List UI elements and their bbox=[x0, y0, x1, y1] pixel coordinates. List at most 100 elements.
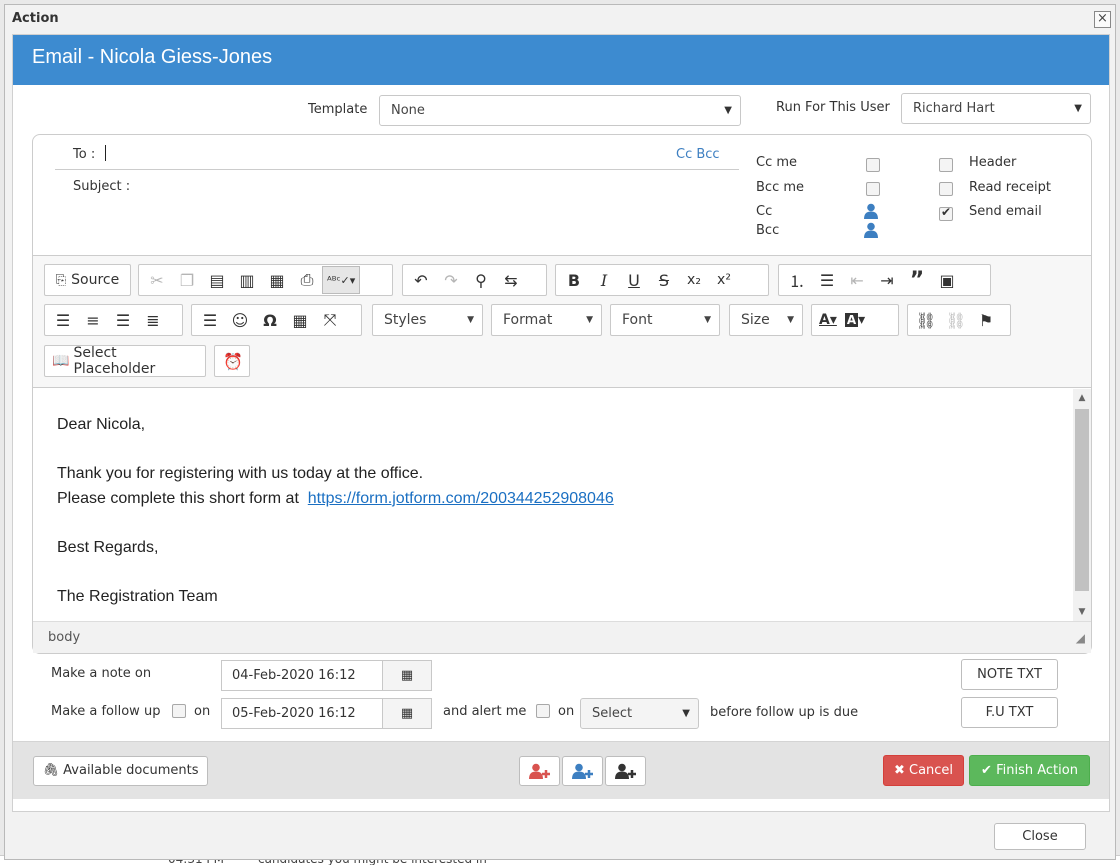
format-combo[interactable]: Format ▼ bbox=[491, 304, 602, 336]
note-date-input[interactable]: 04-Feb-2020 16:12 bbox=[221, 660, 383, 691]
styles-combo[interactable]: Styles ▼ bbox=[372, 304, 483, 336]
smiley-icon[interactable]: ☺ bbox=[225, 306, 255, 334]
bcc-me-label: Bcc me bbox=[756, 180, 805, 195]
subscript-icon[interactable]: x₂ bbox=[679, 266, 709, 294]
finish-action-button[interactable]: ✔ Finish Action bbox=[969, 755, 1090, 786]
source-label: Source bbox=[71, 272, 120, 288]
bold-icon[interactable]: B bbox=[559, 266, 589, 294]
header-label: Header bbox=[969, 155, 1017, 170]
fu-txt-button[interactable]: F.U TXT bbox=[961, 697, 1058, 728]
justify-icon[interactable]: ≣ bbox=[138, 306, 168, 334]
select-placeholder-button[interactable]: 📖 Select Placeholder bbox=[48, 345, 202, 377]
run-user-select[interactable]: Richard Hart ▼ bbox=[901, 93, 1091, 124]
compose-box: To : Cc Bcc Subject : Cc me Bcc me Cc Bc… bbox=[32, 134, 1092, 654]
read-receipt-checkbox[interactable] bbox=[939, 182, 953, 196]
link-icon[interactable]: ⛓ bbox=[911, 306, 941, 334]
add-blue-user-button[interactable] bbox=[562, 756, 603, 786]
paragraph-group: ⒈ ☰ ⇤ ⇥ ” ▣ bbox=[778, 264, 991, 296]
cc-bcc-link[interactable]: Cc Bcc bbox=[676, 147, 720, 162]
bg-color-icon[interactable]: A ▾ bbox=[841, 306, 869, 334]
paste-text-icon[interactable]: ▥ bbox=[232, 266, 262, 294]
rich-text-editor: ⎘ Source ✂ ❐ ▤ ▥ ▦ ⎙ ᴬᴮᶜ✓▾ ↶ ↷ ⚲ ⇆ B I U… bbox=[33, 255, 1091, 653]
anchor-icon[interactable]: ⚑ bbox=[971, 306, 1001, 334]
header-checkbox[interactable] bbox=[939, 158, 953, 172]
numbered-list-icon[interactable]: ⒈ bbox=[782, 266, 812, 294]
available-documents-button[interactable]: 🖇 Available documents bbox=[33, 756, 208, 786]
dialog-close-button[interactable]: Close bbox=[994, 823, 1086, 850]
paste-word-icon[interactable]: ▦ bbox=[262, 266, 292, 294]
table-icon[interactable]: ▦ bbox=[285, 306, 315, 334]
redo-icon[interactable]: ↷ bbox=[436, 266, 466, 294]
bcc-person-icon[interactable] bbox=[864, 222, 878, 238]
subject-input[interactable] bbox=[143, 175, 739, 199]
chevron-down-icon: ▼ bbox=[682, 708, 690, 719]
bulleted-list-icon[interactable]: ☰ bbox=[812, 266, 842, 294]
bcc-me-checkbox[interactable] bbox=[866, 182, 880, 196]
email-body[interactable]: Dear Nicola, Thank you for registering w… bbox=[33, 389, 1071, 621]
unlink-icon[interactable]: ⛓ bbox=[941, 306, 971, 334]
note-calendar-button[interactable]: ▦ bbox=[382, 660, 432, 691]
body-scrollbar[interactable]: ▲ ▼ bbox=[1073, 389, 1091, 621]
size-combo[interactable]: Size ▼ bbox=[729, 304, 803, 336]
cc-person-icon[interactable] bbox=[864, 203, 878, 219]
alert-on-label: on bbox=[558, 704, 575, 719]
element-path: body ◢ bbox=[33, 621, 1091, 653]
superscript-icon[interactable]: x² bbox=[709, 266, 739, 294]
cut-icon[interactable]: ✂ bbox=[142, 266, 172, 294]
dialog-close-icon[interactable]: × bbox=[1094, 11, 1111, 28]
body-closing: Best Regards, bbox=[57, 538, 159, 556]
cc-me-checkbox[interactable] bbox=[866, 158, 880, 172]
print-icon[interactable]: ⎙ bbox=[292, 266, 322, 294]
strike-icon[interactable]: S bbox=[649, 266, 679, 294]
undo-icon[interactable]: ↶ bbox=[406, 266, 436, 294]
clock-icon[interactable]: ⏰ bbox=[218, 347, 248, 375]
chevron-down-icon: ▼ bbox=[724, 105, 732, 116]
font-combo[interactable]: Font ▼ bbox=[610, 304, 720, 336]
history-group: ↶ ↷ ⚲ ⇆ bbox=[402, 264, 547, 296]
source-button[interactable]: ⎘ Source bbox=[48, 266, 127, 294]
template-select[interactable]: None ▼ bbox=[379, 95, 741, 126]
editor-toolbar: ⎘ Source ✂ ❐ ▤ ▥ ▦ ⎙ ᴬᴮᶜ✓▾ ↶ ↷ ⚲ ⇆ B I U… bbox=[33, 256, 1091, 388]
text-cursor bbox=[105, 145, 106, 161]
followup-checkbox[interactable] bbox=[172, 704, 186, 718]
resize-handle-icon[interactable]: ◢ bbox=[1076, 622, 1085, 654]
source-group: ⎘ Source bbox=[44, 264, 131, 296]
add-dark-user-button[interactable] bbox=[605, 756, 646, 786]
find-icon[interactable]: ⚲ bbox=[466, 266, 496, 294]
paste-icon[interactable]: ▤ bbox=[202, 266, 232, 294]
action-footer: 🖇 Available documents ✖ Cancel ✔ Finish … bbox=[13, 741, 1109, 799]
align-center-icon[interactable]: ≡ bbox=[78, 306, 108, 334]
cc-me-label: Cc me bbox=[756, 155, 798, 170]
followup-calendar-button[interactable]: ▦ bbox=[382, 698, 432, 729]
image-icon[interactable]: ▣ bbox=[932, 266, 962, 294]
scroll-thumb[interactable] bbox=[1075, 409, 1089, 591]
to-input[interactable] bbox=[131, 141, 691, 165]
replace-icon[interactable]: ⇆ bbox=[496, 266, 526, 294]
outdent-icon[interactable]: ⇤ bbox=[842, 266, 872, 294]
scroll-up-icon[interactable]: ▲ bbox=[1073, 393, 1091, 403]
send-email-checkbox[interactable] bbox=[939, 205, 953, 221]
maximize-icon[interactable]: ⤧ bbox=[315, 306, 345, 334]
indent-icon[interactable]: ⇥ bbox=[872, 266, 902, 294]
text-color-icon[interactable]: A▾ bbox=[815, 306, 841, 334]
cancel-button[interactable]: ✖ Cancel bbox=[883, 755, 964, 786]
italic-icon[interactable]: I bbox=[589, 266, 619, 294]
body-signature: The Registration Team bbox=[57, 587, 218, 605]
form-link[interactable]: https://form.jotform.com/200344252908046 bbox=[308, 490, 614, 507]
underline-icon[interactable]: U bbox=[619, 266, 649, 294]
horizontal-line-icon[interactable]: ☰ bbox=[195, 306, 225, 334]
note-txt-button[interactable]: NOTE TXT bbox=[961, 659, 1058, 690]
alert-checkbox[interactable] bbox=[536, 704, 550, 718]
copy-icon[interactable]: ❐ bbox=[172, 266, 202, 294]
align-left-icon[interactable]: ☰ bbox=[48, 306, 78, 334]
followup-date-input[interactable]: 05-Feb-2020 16:12 bbox=[221, 698, 383, 729]
align-right-icon[interactable]: ☰ bbox=[108, 306, 138, 334]
spellcheck-icon[interactable]: ᴬᴮᶜ✓▾ bbox=[322, 266, 361, 294]
alert-select-value: Select bbox=[592, 706, 633, 721]
scroll-down-icon[interactable]: ▼ bbox=[1073, 607, 1091, 617]
alert-select[interactable]: Select ▼ bbox=[580, 698, 699, 729]
omega-icon[interactable]: Ω bbox=[255, 306, 285, 334]
clipboard-group: ✂ ❐ ▤ ▥ ▦ ⎙ ᴬᴮᶜ✓▾ bbox=[138, 264, 393, 296]
add-red-user-button[interactable] bbox=[519, 756, 560, 786]
blockquote-icon[interactable]: ” bbox=[902, 266, 932, 294]
